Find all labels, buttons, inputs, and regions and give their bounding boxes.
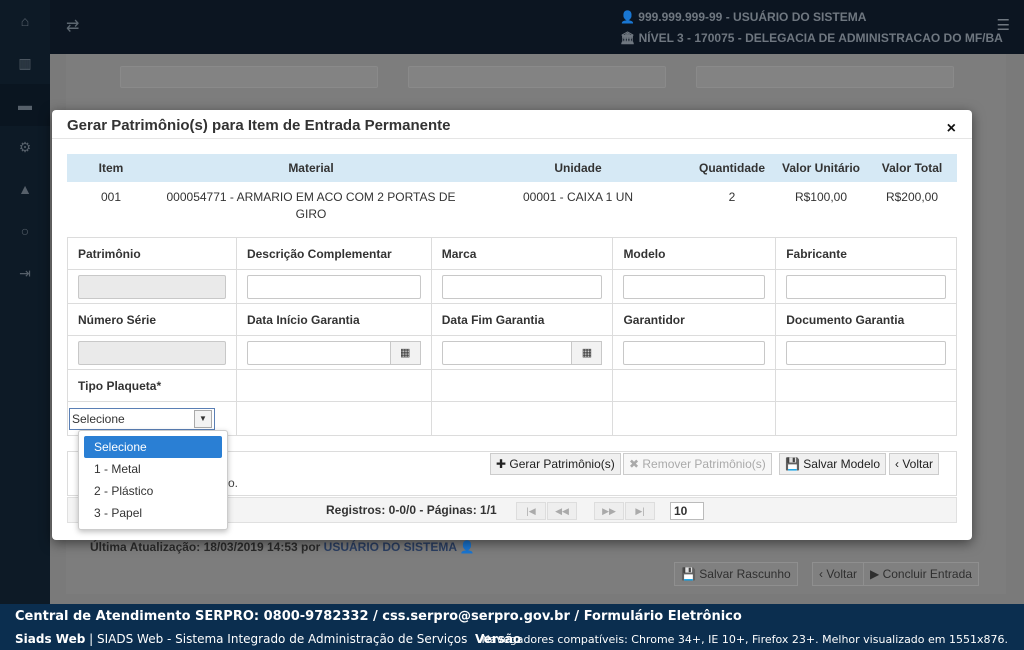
patrimonio-form: Patrimônio Descrição Complementar Marca … <box>67 237 957 436</box>
footer-system: Siads Web | SIADS Web - Sistema Integrad… <box>15 632 521 646</box>
footer-contact: Central de Atendimento SERPRO: 0800-9782… <box>15 609 742 624</box>
pager-status: Registros: 0-0/0 - Páginas: 1/1 <box>326 503 497 517</box>
option-selecione[interactable]: Selecione <box>84 436 222 458</box>
bg-quantidade-input <box>120 66 378 88</box>
col-valor-total: Valor Total <box>867 154 957 182</box>
tipo-plaqueta-select[interactable]: Selecione ▼ <box>69 407 215 430</box>
partial-text: o. <box>228 476 239 490</box>
gerar-patrimonio-button[interactable]: ✚ Gerar Patrimônio(s) <box>490 453 621 475</box>
tipo-plaqueta-dropdown: Selecione 1 - Metal 2 - Plástico 3 - Pap… <box>78 430 228 530</box>
modal-title: Gerar Patrimônio(s) para Item de Entrada… <box>67 117 451 134</box>
label-garantidor: Garantidor <box>612 303 777 336</box>
garantidor-input[interactable] <box>623 340 766 365</box>
patrimonio-input <box>78 274 226 299</box>
bg-save-draft-button: 💾 Salvar Rascunho <box>674 562 798 586</box>
label-tipo-plaqueta: Tipo Plaqueta* <box>67 369 237 402</box>
marca-input[interactable] <box>441 274 603 299</box>
salvar-modelo-label: Salvar Modelo <box>803 457 880 471</box>
top-bar: ⇄ 👤 999.999.999-99 - USUÁRIO DO SISTEMA … <box>50 0 1024 54</box>
col-unidade: Unidade <box>467 154 689 182</box>
exchange-icon[interactable]: ⇄ <box>66 16 79 36</box>
remover-label: Remover Patrimônio(s) <box>642 457 766 471</box>
salvar-modelo-button[interactable]: 💾 Salvar Modelo <box>779 453 886 475</box>
gerar-label: Gerar Patrimônio(s) <box>509 457 615 471</box>
calendar-icon[interactable]: ▦ <box>572 340 603 365</box>
footer-brand: Siads Web <box>15 632 86 646</box>
tipo-plaqueta-value: Selecione <box>72 411 125 426</box>
cell-unidade: 00001 - CAIXA 1 UN <box>522 190 634 204</box>
label-data-fim: Data Fim Garantia <box>430 303 614 336</box>
bg-conclude-label: Concluir Entrada <box>882 567 972 581</box>
label-descricao: Descrição Complementar <box>235 237 432 270</box>
last-update-user[interactable]: USUÁRIO DO SISTEMA <box>324 540 457 554</box>
label-patrimonio: Patrimônio <box>67 237 237 270</box>
close-icon[interactable]: × <box>947 120 956 138</box>
next-page-icon: ▶▶ <box>594 502 624 520</box>
bg-valor-input <box>408 66 666 88</box>
sign-in-icon[interactable]: ⇥ <box>0 252 50 294</box>
cell-valor-total: R$200,00 <box>885 190 939 204</box>
bg-conclude-button: ▶ Concluir Entrada <box>863 562 979 586</box>
label-numero-serie: Número Série <box>67 303 237 336</box>
footer-compat: Navegadores compatíveis: Chrome 34+, IE … <box>481 633 1008 646</box>
bg-back-button: ‹ Voltar <box>812 562 865 586</box>
footer: Central de Atendimento SERPRO: 0800-9782… <box>0 604 1024 650</box>
user-info: 👤 999.999.999-99 - USUÁRIO DO SISTEMA <box>620 10 867 24</box>
data-fim-input[interactable] <box>441 340 573 365</box>
descricao-input[interactable] <box>246 274 421 299</box>
label-data-inicio: Data Início Garantia <box>235 303 432 336</box>
user-line: 999.999.999-99 - USUÁRIO DO SISTEMA <box>638 10 867 24</box>
label-marca: Marca <box>430 237 614 270</box>
bg-third-input <box>696 66 954 88</box>
page-size-select[interactable]: 10 <box>670 502 704 520</box>
option-papel[interactable]: 3 - Papel <box>84 502 222 524</box>
option-metal[interactable]: 1 - Metal <box>84 458 222 480</box>
circle-icon[interactable]: ○ <box>0 210 50 252</box>
modal-divider <box>52 138 972 139</box>
unit-line: NÍVEL 3 - 170075 - DELEGACIA DE ADMINIST… <box>638 31 1003 45</box>
cell-valor-unitario: R$100,00 <box>794 190 848 204</box>
data-inicio-input[interactable] <box>246 340 391 365</box>
col-material: Material <box>155 154 467 182</box>
label-modelo: Modelo <box>612 237 777 270</box>
remover-patrimonio-button: ✖ Remover Patrimônio(s) <box>623 453 772 475</box>
documento-input[interactable] <box>786 340 946 365</box>
sidebar: ⌂ ▥ ▬ ⚙ ▲ ○ ⇥ <box>0 0 50 650</box>
barcode-icon[interactable]: ▥ <box>0 42 50 84</box>
label-fabricante: Fabricante <box>775 237 957 270</box>
calendar-icon[interactable]: ▦ <box>390 340 421 365</box>
archive-icon[interactable]: ▬ <box>0 84 50 126</box>
first-page-icon: |◀ <box>516 502 546 520</box>
last-page-icon: ▶| <box>625 502 655 520</box>
hamburger-icon[interactable]: ☰ <box>997 16 1010 34</box>
bg-save-draft-label: Salvar Rascunho <box>699 567 791 581</box>
col-item: Item <box>67 154 155 182</box>
numero-serie-input <box>78 340 226 365</box>
last-update: Última Atualização: 18/03/2019 14:53 por… <box>90 540 475 554</box>
cell-material: 000054771 - ARMARIO EM ACO COM 2 PORTAS … <box>166 190 456 221</box>
bg-back-label: Voltar <box>826 567 858 581</box>
cell-item: 001 <box>100 190 122 204</box>
settings-icon[interactable]: ⚙ <box>0 126 50 168</box>
unit-info: 🏛 NÍVEL 3 - 170075 - DELEGACIA DE ADMINI… <box>620 31 1003 45</box>
label-documento: Documento Garantia <box>775 303 957 336</box>
cell-quantidade: 2 <box>728 190 736 204</box>
footer-system-name: | SIADS Web - Sistema Integrado de Admin… <box>89 632 468 646</box>
chevron-down-icon[interactable]: ▼ <box>194 409 212 428</box>
last-update-prefix: Última Atualização: 18/03/2019 14:53 por <box>90 540 321 554</box>
table-row: 001 000054771 - ARMARIO EM ACO COM 2 POR… <box>67 182 957 223</box>
voltar-label: Voltar <box>902 457 934 471</box>
option-plastico[interactable]: 2 - Plástico <box>84 480 222 502</box>
prev-page-icon: ◀◀ <box>547 502 577 520</box>
col-valor-unitario: Valor Unitário <box>775 154 867 182</box>
item-table: Item Material Unidade Quantidade Valor U… <box>67 154 957 223</box>
graduation-icon[interactable]: ▲ <box>0 168 50 210</box>
fabricante-input[interactable] <box>786 274 946 299</box>
modelo-input[interactable] <box>623 274 766 299</box>
home-icon[interactable]: ⌂ <box>0 0 50 42</box>
col-quantidade: Quantidade <box>689 154 775 182</box>
voltar-button[interactable]: ‹ Voltar <box>889 453 940 475</box>
